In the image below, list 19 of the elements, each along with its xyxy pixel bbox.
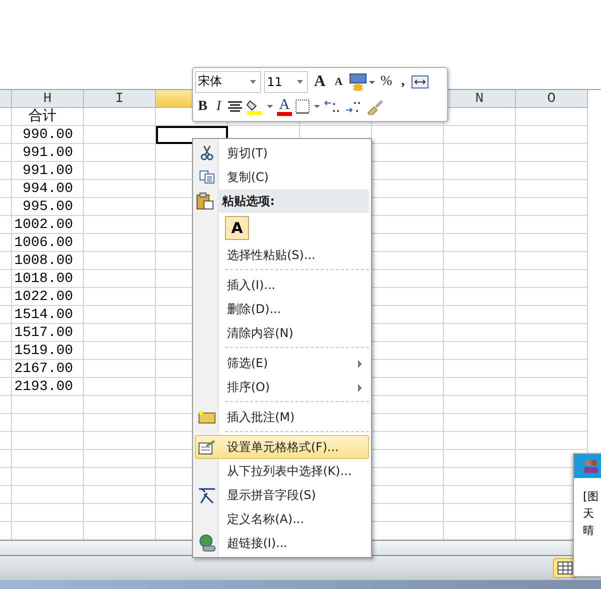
table-cell: 1018.00 [12, 270, 84, 288]
notification-text: 天 [583, 506, 594, 522]
table-cell: 1008.00 [12, 252, 84, 270]
table-cell: 995.00 [12, 198, 84, 216]
table-cell: 991.00 [12, 162, 84, 180]
table-cell: 994.00 [12, 180, 84, 198]
table-cell: 合计 [12, 108, 84, 126]
table-cell: 2193.00 [12, 378, 84, 396]
table-cell: 1002.00 [12, 216, 84, 234]
table-cell: 1006.00 [12, 234, 84, 252]
notification-text: [图 [583, 489, 598, 505]
table-cell: 1022.00 [12, 288, 84, 306]
table-cell: 1519.00 [12, 342, 84, 360]
notification-text: 晴 [583, 523, 594, 539]
table-cell: 2167.00 [12, 360, 84, 378]
table-cell: 991.00 [12, 144, 84, 162]
table-cell: 990.00 [12, 126, 84, 144]
table-cell: 1514.00 [12, 306, 84, 324]
table-cell: 1517.00 [12, 324, 84, 342]
